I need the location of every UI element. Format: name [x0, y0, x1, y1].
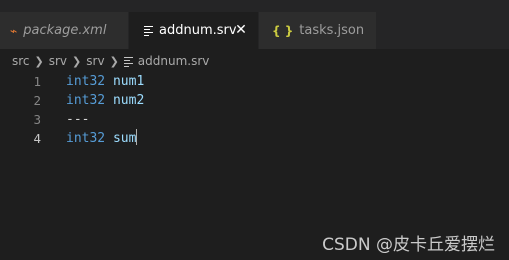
name-token: sum [112, 131, 137, 146]
breadcrumb-item[interactable]: src [12, 54, 30, 68]
code-line[interactable]: 3 --- [0, 110, 509, 129]
type-token: int32 [66, 131, 106, 146]
tab-label: addnum.srv [159, 23, 237, 38]
code-editor[interactable]: 1 int32 num1 2 int32 num2 3 --- 4 int32 … [0, 72, 509, 192]
line-number: 1 [33, 74, 41, 89]
chevron-right-icon: ❯ [109, 54, 119, 68]
line-number: 4 [33, 131, 41, 146]
tab-bar: ⌁ package.xml addnum.srv ✕ { } tasks.jso… [0, 12, 509, 49]
type-token: int32 [66, 93, 106, 108]
lines-icon [123, 56, 133, 67]
chevron-right-icon: ❯ [34, 54, 44, 68]
breadcrumb-item[interactable]: srv [86, 54, 104, 68]
line-number: 3 [33, 112, 41, 127]
breadcrumb-item[interactable]: srv [49, 54, 67, 68]
code-line-active[interactable]: 4 int32 sum [0, 129, 509, 148]
name-token: num2 [112, 93, 145, 108]
code-text: int32 num2 [66, 91, 144, 110]
separator-text: --- [66, 112, 90, 127]
tab-tasks-json[interactable]: { } tasks.json [259, 12, 377, 49]
title-strip [0, 0, 509, 12]
code-text: int32 sum [66, 129, 138, 148]
close-icon[interactable]: ✕ [234, 22, 248, 38]
breadcrumb: src ❯ srv ❯ srv ❯ addnum.srv [12, 52, 209, 70]
name-token: num1 [112, 74, 145, 89]
line-number: 2 [33, 93, 41, 108]
tab-label: package.xml [23, 23, 107, 38]
json-braces-icon: { } [272, 23, 294, 38]
code-line[interactable]: 1 int32 num1 [0, 72, 509, 91]
text-cursor [136, 129, 138, 145]
editor-window: ⌁ package.xml addnum.srv ✕ { } tasks.jso… [0, 0, 509, 260]
lines-icon [144, 26, 153, 36]
type-token: int32 [66, 74, 106, 89]
code-text: int32 num1 [66, 72, 144, 91]
watermark: CSDN @皮卡丘爱摆烂 [322, 235, 495, 255]
code-line[interactable]: 2 int32 num2 [0, 91, 509, 110]
tab-addnum-srv[interactable]: addnum.srv ✕ [129, 12, 259, 49]
breadcrumb-item[interactable]: addnum.srv [138, 54, 210, 68]
rss-icon: ⌁ [10, 23, 18, 38]
tab-label: tasks.json [299, 23, 365, 38]
chevron-right-icon: ❯ [72, 54, 82, 68]
tab-package-xml[interactable]: ⌁ package.xml [0, 12, 129, 49]
